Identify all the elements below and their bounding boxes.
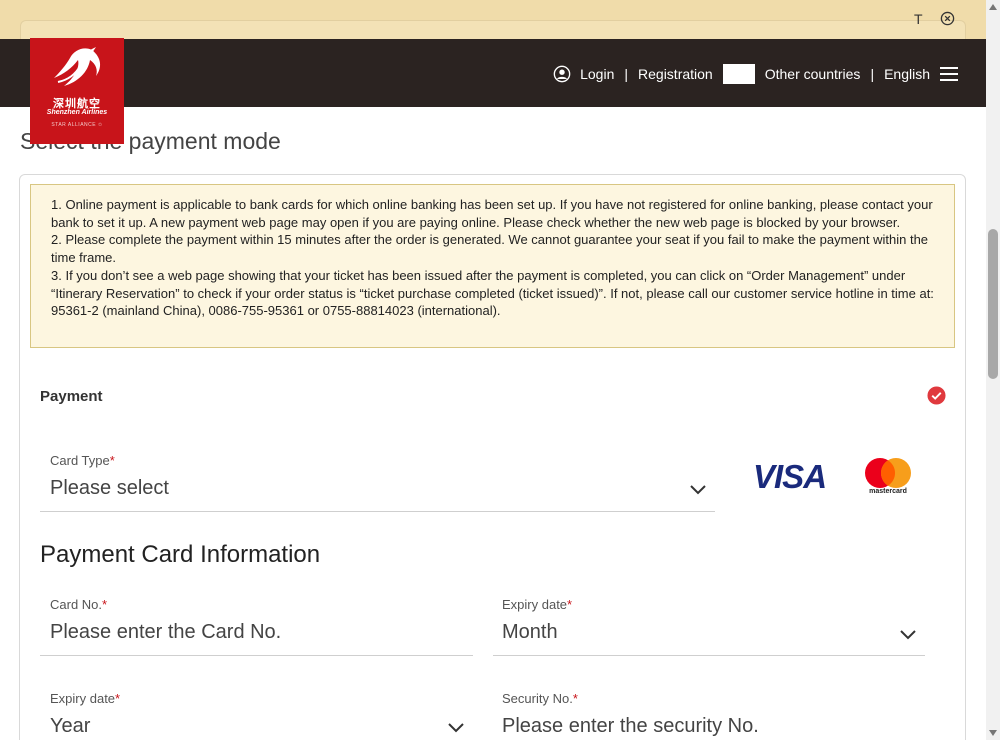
card-type-select[interactable]: Please select (50, 477, 169, 500)
top-banner: T (0, 0, 986, 39)
login-link[interactable]: Login (580, 66, 614, 82)
chevron-down-icon[interactable] (447, 721, 465, 733)
bird-emblem-icon (54, 47, 101, 86)
card-type-label: Card Type* (50, 453, 115, 468)
security-no-input[interactable]: Please enter the security No. (502, 715, 759, 738)
notice-item: 2. Please complete the payment within 15… (51, 232, 929, 266)
payment-section-label: Payment (40, 388, 103, 405)
expiry-month-label: Expiry date* (502, 597, 573, 612)
nav-separator: | (870, 66, 875, 82)
card-type-underline (40, 511, 715, 512)
notice-item: 3. If you don’t see a web page showing t… (51, 267, 934, 319)
country-flag-box[interactable] (722, 64, 755, 84)
registration-link[interactable]: Registration (638, 66, 713, 82)
scrollbar-thumb[interactable] (988, 229, 998, 379)
shenzhen-airlines-logo[interactable]: 深圳航空 Shenzhen Airlines STAR ALLIANCE ✩ (30, 38, 124, 144)
mastercard-wordmark: mastercard (869, 488, 907, 495)
payment-notice: 1. Online payment is applicable to bank … (30, 184, 955, 348)
expiry-year-label: Expiry date* (50, 691, 121, 706)
logo-english-text: Shenzhen Airlines (46, 109, 108, 116)
card-info-title: Payment Card Information (40, 541, 321, 568)
card-no-underline (40, 655, 473, 656)
nav-separator: | (624, 66, 629, 82)
security-no-label: Security No.* (502, 691, 578, 706)
nav-links: Login | Registration Other countries | E… (553, 63, 958, 85)
star-alliance-text: STAR ALLIANCE ✩ (51, 122, 103, 128)
check-circle-icon[interactable] (927, 386, 946, 405)
hamburger-menu-icon[interactable] (940, 67, 958, 81)
chevron-down-icon[interactable] (899, 628, 917, 640)
card-no-input[interactable]: Please enter the Card No. (50, 621, 281, 644)
top-banner-panel (20, 20, 966, 39)
scroll-up-arrow-icon[interactable] (989, 4, 997, 10)
expiry-month-underline (493, 655, 925, 656)
close-icon[interactable] (940, 11, 955, 26)
other-countries-link[interactable]: Other countries (765, 66, 861, 82)
text-size-button[interactable]: T (914, 11, 923, 27)
notice-item: 1. Online payment is applicable to bank … (51, 197, 933, 230)
scroll-down-arrow-icon[interactable] (989, 730, 997, 736)
expiry-month-select[interactable]: Month (502, 621, 558, 644)
chevron-down-icon[interactable] (689, 483, 707, 495)
visa-logo: VISA (753, 458, 827, 495)
user-icon[interactable] (553, 65, 571, 83)
expiry-year-select[interactable]: Year (50, 715, 90, 738)
language-link[interactable]: English (884, 66, 930, 82)
card-no-label: Card No.* (50, 597, 108, 612)
